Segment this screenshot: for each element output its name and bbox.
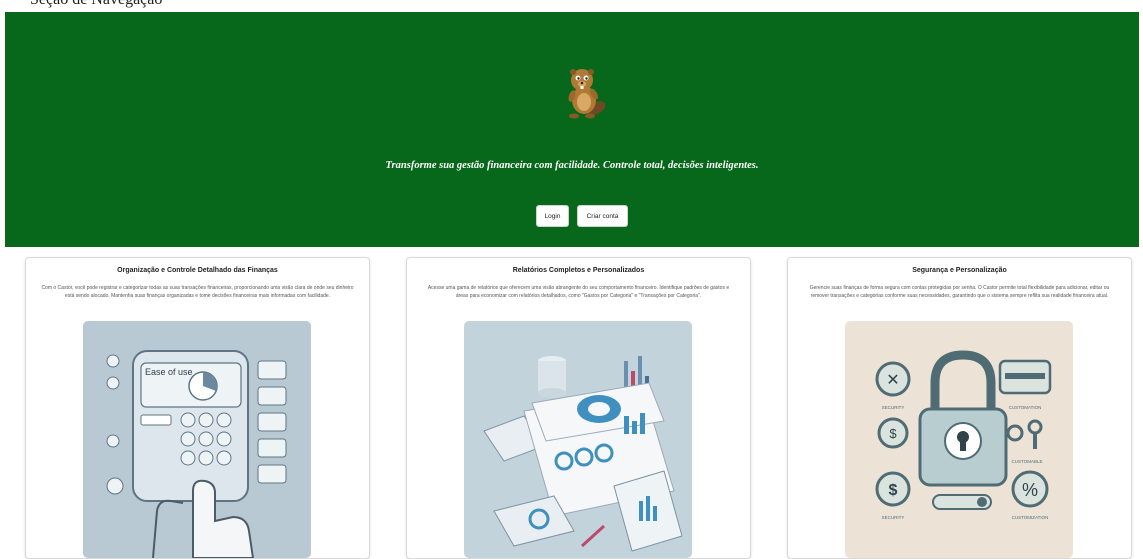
feature-card-organization: Organização e Controle Detalhado das Fin… — [25, 257, 370, 559]
ease-of-use-text: Ease of use — [145, 367, 193, 377]
create-account-button[interactable]: Criar conta — [577, 205, 628, 227]
security-label: SECURITY — [882, 405, 905, 410]
card-description: Com o Castor, você pode registrar e cate… — [41, 285, 354, 299]
hero-tagline: Transforme sua gestão financeira com fac… — [385, 160, 759, 171]
security-illustration: ✕ SECURITY $ $ SECURITY CUSTOMATION CUST… — [845, 321, 1073, 558]
svg-text:$: $ — [889, 482, 898, 499]
ease-of-use-illustration: Ease of use — [83, 321, 311, 558]
svg-text:✕: ✕ — [886, 372, 899, 389]
hero-banner: Transforme sua gestão financeira com fac… — [5, 12, 1139, 247]
card-title: Segurança e Personalização — [912, 267, 1007, 274]
customable-label: CUSTOMABLE — [1012, 459, 1043, 464]
feature-card-reports: Relatórios Completos e Personalizados Ac… — [406, 257, 751, 559]
svg-text:$: $ — [889, 426, 897, 441]
customization-label: CUSTOMIZATION — [1012, 515, 1049, 520]
card-title: Relatórios Completos e Personalizados — [512, 267, 645, 274]
svg-text:SECURITY: SECURITY — [882, 515, 905, 520]
cut-off-heading: Seção de Navegação — [30, 0, 162, 9]
feature-card-security: Segurança e Personalização Gerencie suas… — [787, 257, 1132, 559]
reports-illustration — [464, 321, 692, 558]
card-description: Gerencie suas finanças de forma segura c… — [809, 285, 1110, 299]
cut-off-heading-strip: Seção de Navegação — [0, 0, 1143, 12]
card-title: Organização e Controle Detalhado das Fin… — [117, 267, 278, 274]
beaver-mascot-icon — [560, 62, 610, 120]
customation-label: CUSTOMATION — [1009, 405, 1042, 410]
card-description: Acesse uma gama de relatórios que oferec… — [427, 285, 730, 299]
svg-text:%: % — [1022, 480, 1038, 500]
login-button[interactable]: Login — [536, 205, 569, 227]
